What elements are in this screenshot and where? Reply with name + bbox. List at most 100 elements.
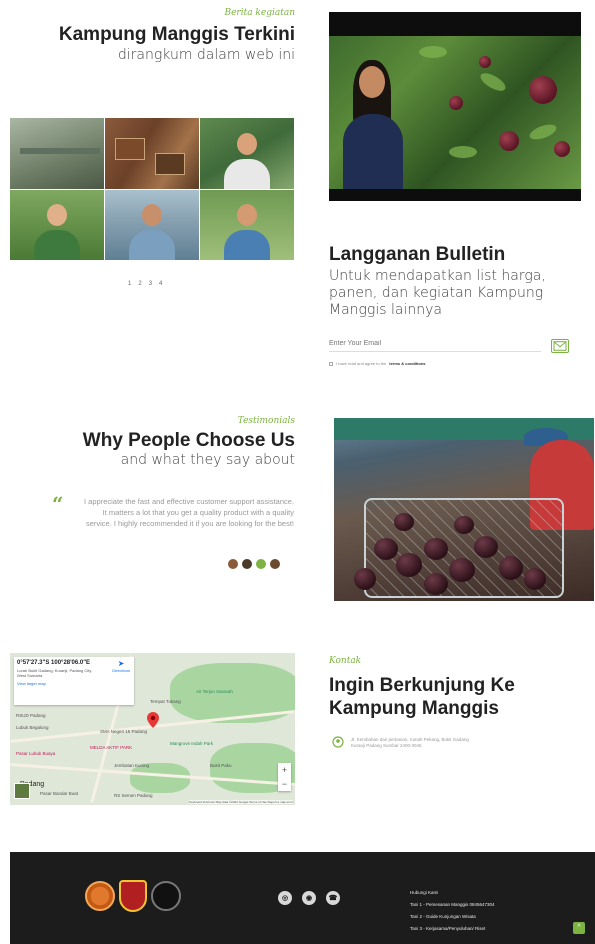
map-embed[interactable]: 0°57'27.3"S 100°28'06.0"E Lurah Bukit Ga… [10,653,295,805]
partner-logo [151,881,181,911]
leaf [527,121,559,143]
social-links: ◎ ◉ ☎ [278,891,340,905]
testimonials-title: Why People Choose Us [82,430,295,451]
testimonials-kicker: Testimonials [237,416,295,426]
news-pager: 1 2 3 4 [128,281,162,287]
photo-person [34,198,80,260]
back-to-top-button[interactable]: ^ [573,922,585,934]
map-label: MELDA AKTIF PARK [90,745,133,750]
leaf [449,146,477,158]
footer-contact-link[interactable]: Tani 2 - Guide Kunjungan Wisata [410,911,495,923]
news-photo-grid[interactable] [10,118,294,260]
avatar[interactable] [228,559,238,569]
contact-kicker: Kontak [329,656,362,666]
contact-address: Jl. Kembahan dari pertanian, rumah Pekan… [351,737,469,748]
instagram-icon[interactable]: ◎ [278,891,292,905]
view-larger-map-link[interactable]: View larger map [17,681,131,686]
footer-contact-link[interactable]: Tani 3 - Kerjasama/Penyuluhan/ Riset [410,923,495,935]
news-photo-5[interactable] [105,189,199,260]
pager-item-4[interactable]: 4 [159,281,162,287]
directions-button[interactable]: ➤ Directions [112,659,130,674]
news-photo-6[interactable] [200,189,294,260]
avatar[interactable] [256,559,266,569]
map-label: Tempat Tukang [150,699,181,704]
footer-contact-link[interactable]: Tani 1 - Pemesanan Manggis 0845647304 [410,899,495,911]
photo-detail [155,153,185,175]
pager-item-1[interactable]: 1 [128,281,131,287]
bulletin-title: Langganan Bulletin [329,244,506,265]
fruit [529,76,557,104]
map-label: Pasar Bandar Buat [40,791,79,796]
testimonial-avatars [228,559,280,569]
footer-contacts: Hubungi Kami Tani 1 - Pemesanan Manggis … [410,887,495,935]
map-zoom-control: + − [278,763,291,791]
map-label: RSUD Padang [16,713,46,718]
news-photo-1[interactable] [10,118,104,189]
news-header: Berita kegiatan Kampung Manggis Terkini … [10,8,295,63]
map-pin-icon[interactable] [147,712,159,728]
market-photo [334,418,594,601]
photo-detail [20,148,100,154]
directions-icon: ➤ [117,659,125,668]
whatsapp-icon[interactable]: ☎ [326,891,340,905]
leaf [419,46,447,58]
testimonials-subtitle: and what they say about [120,452,295,468]
mangosteen [524,568,546,590]
woman-figure [343,114,403,189]
mangosteen [424,538,448,560]
news-photo-2[interactable] [105,118,199,189]
facebook-icon[interactable]: ◉ [302,891,316,905]
map-label: Mangrove Indah Park [170,741,214,746]
pager-item-2[interactable]: 2 [138,281,141,287]
news-photo-3[interactable] [200,118,294,189]
video-frame [329,36,581,189]
avatar[interactable] [270,559,280,569]
bulletin-subtitle: Untuk mendapatkan list harga, panen, dan… [329,268,546,318]
consent-checkbox[interactable] [329,361,333,366]
quote-icon: “ [52,492,64,516]
mangosteen [474,536,498,558]
video-player[interactable] [329,12,581,201]
zoom-in-button[interactable]: + [278,763,291,777]
news-title: Kampung Manggis Terkini [58,24,295,45]
map-address: Lurah Bukit Gadang, Kuranji, Padang City… [17,668,93,678]
mangosteen [394,513,414,531]
mangosteen [449,558,475,582]
photo-person [224,198,270,260]
news-kicker: Berita kegiatan [224,8,295,18]
contact-title: Ingin Berkunjung Ke Kampung Manggis [329,675,515,719]
map-label: Bukit Paku [210,763,232,768]
photo-person [129,198,175,260]
terms-link[interactable]: terms & conditions [389,361,425,366]
pager-item-3[interactable]: 3 [149,281,152,287]
email-field[interactable] [329,336,541,352]
mangosteen [454,516,474,534]
map-layer-toggle[interactable] [14,783,30,799]
bulletin-section: Langganan Bulletin Untuk mendapatkan lis… [329,244,591,319]
university-logo [85,881,115,911]
city-emblem-logo [119,880,147,912]
fruit [499,131,519,151]
subscribe-button[interactable] [551,339,569,353]
subscribe-form [329,336,571,356]
mangosteen [374,538,398,560]
fruit [449,96,463,110]
consent-row: I have read and agree to the terms & con… [329,361,426,366]
map-label: RS Semen Padang [114,793,153,798]
consent-text: I have read and agree to the [336,361,387,366]
map-label: Air Terjun Sarasah [196,689,233,694]
envelope-icon [553,341,567,351]
zoom-out-button[interactable]: − [278,777,291,791]
mangosteen [424,573,448,595]
mangosteen [396,553,422,577]
map-label: Lubuk Begalung [16,725,49,730]
news-photo-4[interactable] [10,189,104,260]
photo-detail [115,138,145,160]
footer: ◎ ◉ ☎ Hubungi Kami Tani 1 - Pemesanan Ma… [10,852,595,944]
fruit [479,56,491,68]
news-subtitle: dirangkum dalam web ini [117,47,295,63]
testimonials-header: Testimonials Why People Choose Us and wh… [40,416,295,468]
avatar[interactable] [242,559,252,569]
location-icon [332,736,344,748]
map-attribution[interactable]: Keyboard shortcuts Map data ©2022 Google… [188,800,293,804]
